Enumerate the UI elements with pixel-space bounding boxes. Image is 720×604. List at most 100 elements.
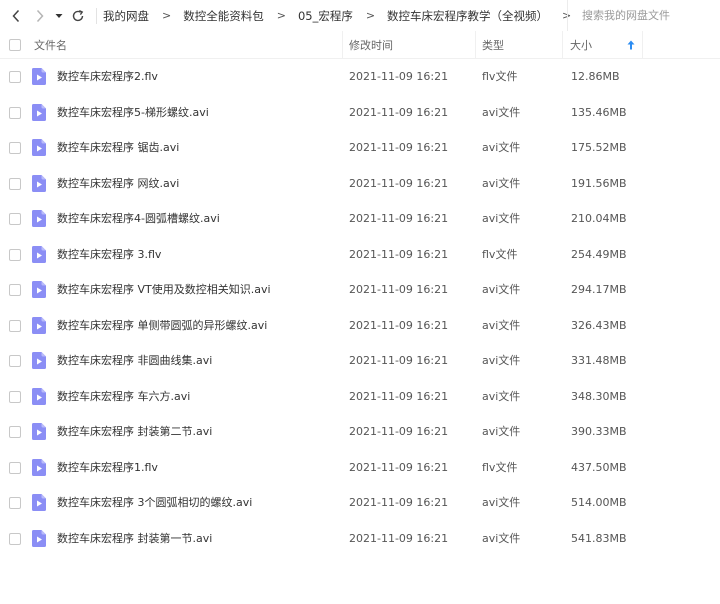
row-checkbox[interactable]: [9, 142, 21, 154]
column-header-type-label: 类型: [482, 39, 504, 52]
file-name[interactable]: 数控车床宏程序 单侧带圆弧的异形螺纹.avi: [57, 308, 267, 344]
file-size: 254.49MB: [571, 247, 627, 261]
file-name[interactable]: 数控车床宏程序 网纹.avi: [57, 166, 179, 202]
file-size: 210.04MB: [571, 212, 627, 225]
video-file-icon: [32, 245, 46, 263]
back-button[interactable]: [6, 6, 26, 26]
file-type: flv文件: [482, 247, 518, 261]
row-checkbox[interactable]: [9, 177, 21, 190]
row-checkbox[interactable]: [9, 355, 21, 367]
file-type: avi文件: [482, 318, 521, 332]
file-type: avi文件: [482, 141, 521, 154]
file-name[interactable]: 数控车床宏程序 封装第二节.avi: [57, 414, 212, 450]
file-size: 437.50MB: [571, 460, 627, 474]
file-row[interactable]: 数控车床宏程序2.flv 2021-11-09 16:21 flv文件 12.8…: [0, 59, 720, 95]
history-dropdown-button[interactable]: [52, 6, 66, 26]
video-file-icon: [32, 387, 46, 405]
row-checkbox[interactable]: [9, 71, 21, 83]
file-modified-date: 2021-11-09 16:21: [349, 247, 449, 261]
column-header-size[interactable]: 大小: [563, 31, 643, 59]
file-type: avi文件: [482, 212, 521, 225]
forward-button[interactable]: [30, 6, 50, 26]
file-row[interactable]: 数控车床宏程序 3个圆弧相切的螺纹.avi 2021-11-09 16:21 a…: [0, 485, 720, 521]
file-modified-date: 2021-11-09 16:21: [349, 141, 449, 154]
navigation-bar: 我的网盘 > 数控全能资料包 > 05_宏程序 > 数控车床宏程序教学（全视频）…: [0, 0, 720, 31]
caret-down-icon: [55, 13, 63, 18]
file-row[interactable]: 数控车床宏程序 网纹.avi 2021-11-09 16:21 avi文件 19…: [0, 166, 720, 202]
video-file-icon: [32, 423, 46, 440]
column-header-type[interactable]: 类型: [476, 31, 563, 59]
row-checkbox[interactable]: [9, 390, 21, 403]
file-modified-date: 2021-11-09 16:21: [349, 318, 449, 332]
file-size: 514.00MB: [571, 496, 627, 509]
column-header-date[interactable]: 修改时间: [343, 31, 476, 59]
file-size: 326.43MB: [571, 318, 627, 332]
breadcrumb-item-macro-program[interactable]: 05_宏程序: [298, 8, 353, 24]
file-modified-date: 2021-11-09 16:21: [349, 212, 449, 225]
file-row[interactable]: 数控车床宏程序1.flv 2021-11-09 16:21 flv文件 437.…: [0, 450, 720, 486]
file-size: 12.86MB: [571, 70, 620, 83]
file-name[interactable]: 数控车床宏程序 VT使用及数控相关知识.avi: [57, 272, 271, 308]
file-type: flv文件: [482, 460, 518, 474]
file-row[interactable]: 数控车床宏程序 单侧带圆弧的异形螺纹.avi 2021-11-09 16:21 …: [0, 308, 720, 344]
column-header-name[interactable]: 文件名: [30, 31, 343, 59]
video-file-icon: [32, 529, 46, 547]
row-checkbox[interactable]: [9, 319, 21, 332]
file-modified-date: 2021-11-09 16:21: [349, 354, 449, 367]
video-file-icon: [32, 458, 46, 476]
row-checkbox[interactable]: [9, 248, 21, 261]
file-row[interactable]: 数控车床宏程序 锯齿.avi 2021-11-09 16:21 avi文件 17…: [0, 130, 720, 166]
file-name[interactable]: 数控车床宏程序 封装第一节.avi: [57, 521, 212, 557]
file-list-header: 文件名 修改时间 类型 大小: [0, 31, 720, 59]
file-name[interactable]: 数控车床宏程序 3.flv: [57, 237, 161, 273]
file-row[interactable]: 数控车床宏程序 封装第一节.avi 2021-11-09 16:21 avi文件…: [0, 521, 720, 557]
file-type: avi文件: [482, 176, 521, 190]
video-file-icon: [32, 352, 46, 369]
file-row[interactable]: 数控车床宏程序 非圆曲线集.avi 2021-11-09 16:21 avi文件…: [0, 343, 720, 379]
file-modified-date: 2021-11-09 16:21: [349, 425, 449, 438]
arrow-up-icon: [627, 40, 635, 50]
row-checkbox[interactable]: [9, 426, 21, 438]
breadcrumb-item-my-drive[interactable]: 我的网盘: [103, 8, 149, 24]
row-checkbox[interactable]: [9, 284, 21, 296]
file-row[interactable]: 数控车床宏程序5-梯形螺纹.avi 2021-11-09 16:21 avi文件…: [0, 95, 720, 131]
file-size: 191.56MB: [571, 176, 627, 190]
video-file-icon: [32, 68, 46, 85]
row-checkbox[interactable]: [9, 213, 21, 225]
breadcrumb-item-current-folder[interactable]: 数控车床宏程序教学（全视频）: [387, 8, 548, 24]
file-name[interactable]: 数控车床宏程序 车六方.avi: [57, 379, 190, 415]
file-name[interactable]: 数控车床宏程序4-圆弧槽螺纹.avi: [57, 201, 220, 237]
file-row[interactable]: 数控车床宏程序 3.flv 2021-11-09 16:21 flv文件 254…: [0, 237, 720, 273]
column-header-date-label: 修改时间: [349, 39, 393, 52]
row-checkbox[interactable]: [9, 497, 21, 509]
file-modified-date: 2021-11-09 16:21: [349, 70, 449, 83]
breadcrumb-separator: >: [365, 9, 376, 22]
row-checkbox[interactable]: [9, 461, 21, 474]
video-file-icon: [32, 281, 46, 298]
file-modified-date: 2021-11-09 16:21: [349, 496, 449, 509]
file-name[interactable]: 数控车床宏程序 非圆曲线集.avi: [57, 343, 212, 379]
file-size: 294.17MB: [571, 283, 627, 296]
file-name[interactable]: 数控车床宏程序5-梯形螺纹.avi: [57, 95, 209, 131]
file-row[interactable]: 数控车床宏程序 VT使用及数控相关知识.avi 2021-11-09 16:21…: [0, 272, 720, 308]
file-name[interactable]: 数控车床宏程序1.flv: [57, 450, 158, 486]
file-type: avi文件: [482, 354, 521, 367]
row-checkbox[interactable]: [9, 106, 21, 119]
file-row[interactable]: 数控车床宏程序 封装第二节.avi 2021-11-09 16:21 avi文件…: [0, 414, 720, 450]
search-input[interactable]: [582, 9, 712, 22]
file-name[interactable]: 数控车床宏程序 锯齿.avi: [57, 130, 179, 166]
file-list: 数控车床宏程序2.flv 2021-11-09 16:21 flv文件 12.8…: [0, 59, 720, 556]
file-size: 348.30MB: [571, 389, 627, 403]
file-size: 390.33MB: [571, 425, 627, 438]
breadcrumb-item-cnc-package[interactable]: 数控全能资料包: [183, 8, 264, 24]
file-name[interactable]: 数控车床宏程序2.flv: [57, 59, 158, 95]
file-size: 175.52MB: [571, 141, 627, 154]
file-row[interactable]: 数控车床宏程序4-圆弧槽螺纹.avi 2021-11-09 16:21 avi文…: [0, 201, 720, 237]
refresh-button[interactable]: [68, 6, 88, 26]
row-checkbox[interactable]: [9, 532, 21, 545]
file-type: avi文件: [482, 283, 521, 296]
file-row[interactable]: 数控车床宏程序 车六方.avi 2021-11-09 16:21 avi文件 3…: [0, 379, 720, 415]
select-all-checkbox[interactable]: [9, 39, 21, 51]
file-name[interactable]: 数控车床宏程序 3个圆弧相切的螺纹.avi: [57, 485, 252, 521]
video-file-icon: [32, 139, 46, 156]
